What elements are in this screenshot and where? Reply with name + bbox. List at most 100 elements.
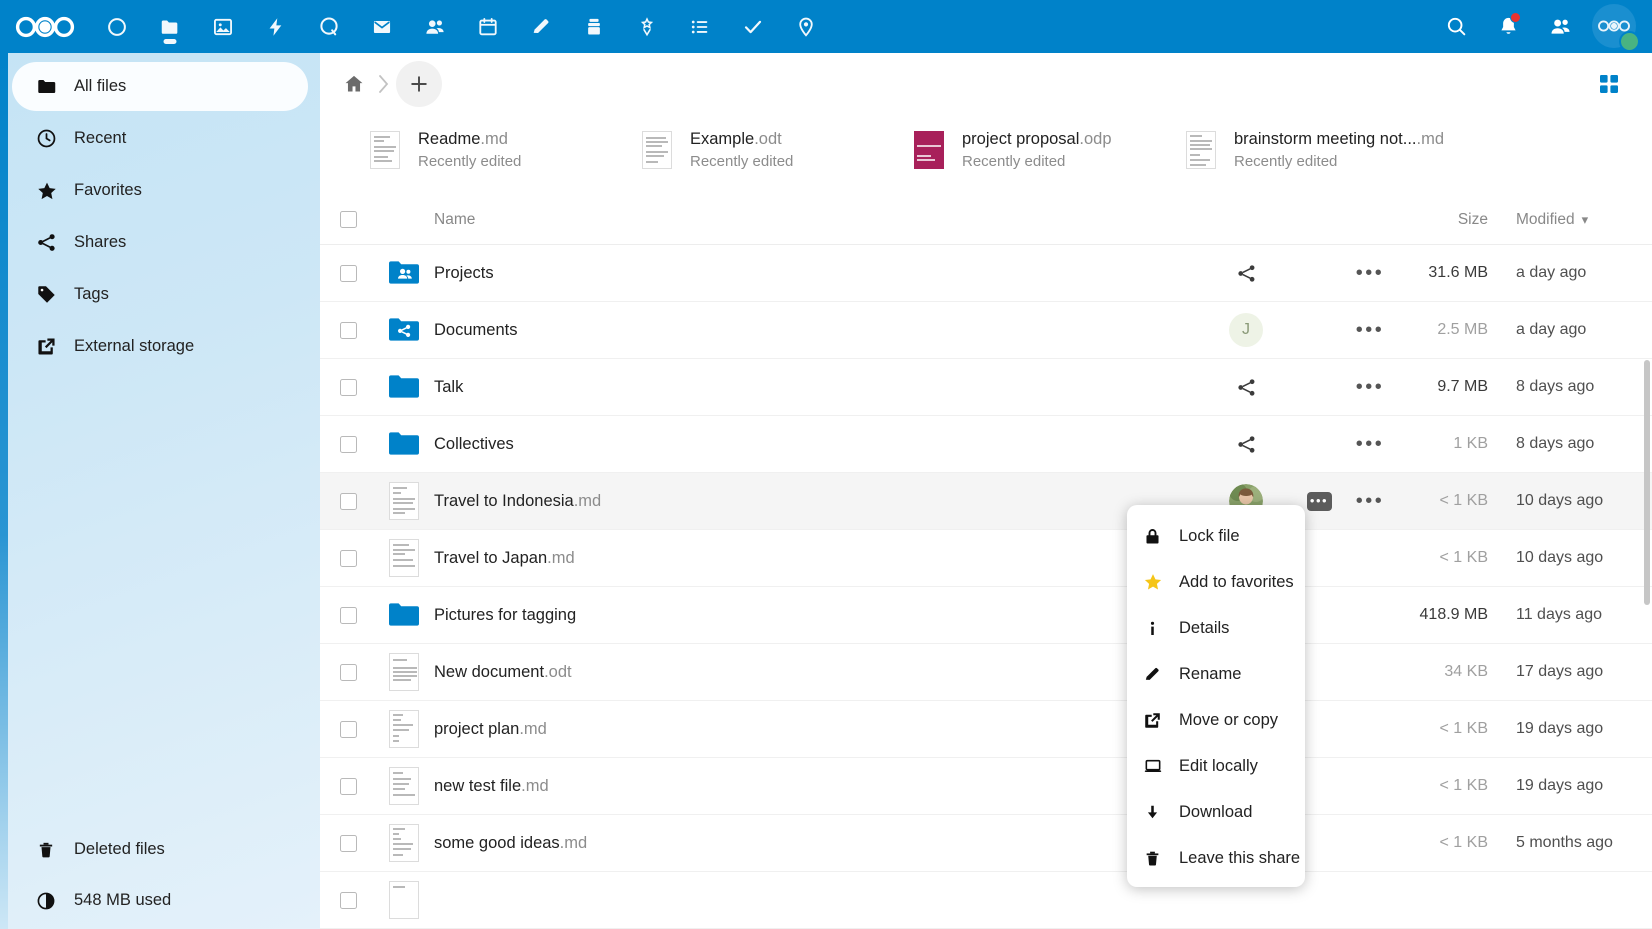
app-icon-mail[interactable] — [355, 0, 408, 53]
column-header-name[interactable]: Name — [431, 211, 1198, 229]
sidebar-item-label: Deleted files — [74, 840, 165, 858]
notifications-bell-icon[interactable] — [1482, 0, 1534, 53]
table-row[interactable]: Travel to Japan.md < 1 KB 10 days ago — [320, 530, 1652, 587]
share-avatar[interactable]: J — [1198, 313, 1294, 347]
file-name[interactable]: Travel to Indonesia.md — [431, 492, 1198, 511]
file-size: 1 KB — [1453, 435, 1488, 452]
md-file-icon — [376, 767, 431, 805]
menu-item-edit-locally[interactable]: Edit locally — [1127, 743, 1305, 789]
file-name[interactable]: new test file.md — [431, 777, 1198, 796]
column-header-size[interactable]: Size — [1396, 211, 1492, 229]
menu-item-add-to-favorites[interactable]: Add to favorites — [1127, 559, 1305, 605]
share-status[interactable] — [1198, 377, 1294, 398]
table-row[interactable]: Projects ••• 31.6 MB a day ago — [320, 245, 1652, 302]
row-checkbox[interactable] — [339, 834, 357, 852]
row-checkbox[interactable] — [339, 777, 357, 795]
sidebar-item-favorites[interactable]: Favorites — [12, 166, 308, 215]
search-icon[interactable] — [1430, 0, 1482, 53]
file-name[interactable]: Documents — [431, 321, 1198, 340]
app-icon-activity[interactable] — [249, 0, 302, 53]
file-name[interactable]: Pictures for tagging — [431, 606, 1198, 625]
row-checkbox[interactable] — [339, 378, 357, 396]
file-name[interactable]: Projects — [431, 264, 1198, 283]
table-row[interactable]: Travel to Indonesia.md ••• ••• < 1 KB 10… — [320, 473, 1652, 530]
app-icon-contacts[interactable] — [408, 0, 461, 53]
app-icon-tables[interactable] — [673, 0, 726, 53]
table-row[interactable] — [320, 872, 1652, 929]
user-avatar[interactable] — [1592, 3, 1640, 52]
sidebar-item-recent[interactable]: Recent — [12, 114, 308, 163]
row-checkbox[interactable] — [339, 264, 357, 282]
file-name[interactable]: project plan.md — [431, 720, 1198, 739]
table-row[interactable]: Pictures for tagging 418.9 MB 11 days ag… — [320, 587, 1652, 644]
table-row[interactable]: New document.odt 34 KB 17 days ago — [320, 644, 1652, 701]
file-name[interactable]: Collectives — [431, 435, 1198, 454]
app-icon-calendar[interactable] — [461, 0, 514, 53]
file-name[interactable]: Travel to Japan.md — [431, 549, 1198, 568]
sidebar-item-storage-usage[interactable]: 548 MB used — [12, 876, 308, 925]
sidebar-item-all-files[interactable]: All files — [12, 62, 308, 111]
menu-item-download[interactable]: Download — [1127, 789, 1305, 835]
row-checkbox[interactable] — [339, 321, 357, 339]
table-row[interactable]: new test file.md < 1 KB 19 days ago — [320, 758, 1652, 815]
recent-file-subtitle: Recently edited — [690, 153, 794, 170]
table-row[interactable]: project plan.md < 1 KB 19 days ago — [320, 701, 1652, 758]
row-checkbox[interactable] — [339, 606, 357, 624]
new-file-button[interactable] — [396, 61, 442, 107]
row-checkbox[interactable] — [339, 549, 357, 567]
nextcloud-logo[interactable] — [0, 0, 90, 53]
recent-file-card[interactable]: Readme.md Recently edited — [364, 128, 636, 172]
file-size: < 1 KB — [1439, 549, 1488, 566]
table-row[interactable]: some good ideas.md < 1 KB 5 months ago — [320, 815, 1652, 872]
row-checkbox[interactable] — [339, 435, 357, 453]
menu-item-rename[interactable]: Rename — [1127, 651, 1305, 697]
file-name[interactable]: New document.odt — [431, 663, 1198, 682]
menu-item-leave-this-share[interactable]: Leave this share — [1127, 835, 1305, 881]
trash-icon — [36, 840, 66, 860]
menu-item-lock-file[interactable]: Lock file — [1127, 513, 1305, 559]
row-checkbox[interactable] — [339, 720, 357, 738]
recent-file-card[interactable]: project proposal.odp Recently edited — [908, 128, 1180, 172]
files-main-area: Readme.md Recently edited Example.odt Re… — [320, 53, 1652, 929]
contacts-menu-icon[interactable] — [1534, 0, 1586, 53]
select-all-checkbox[interactable] — [339, 211, 357, 228]
menu-item-details[interactable]: Details — [1127, 605, 1305, 651]
home-icon[interactable] — [336, 66, 372, 102]
menu-item-move-or-copy[interactable]: Move or copy — [1127, 697, 1305, 743]
recent-file-card[interactable]: brainstorm meeting not....md Recently ed… — [1180, 128, 1510, 172]
file-name[interactable]: some good ideas.md — [431, 834, 1198, 853]
table-row[interactable]: Collectives ••• 1 KB 8 days ago — [320, 416, 1652, 473]
column-header-modified[interactable]: Modified ▾ — [1492, 211, 1652, 229]
table-row[interactable]: Talk ••• 9.7 MB 8 days ago — [320, 359, 1652, 416]
sidebar-item-tags[interactable]: Tags — [12, 270, 308, 319]
share-status[interactable] — [1198, 263, 1294, 284]
row-checkbox-cell — [320, 720, 376, 738]
recent-file-card[interactable]: Example.odt Recently edited — [636, 128, 908, 172]
row-checkbox[interactable] — [339, 663, 357, 681]
share-status[interactable] — [1198, 434, 1294, 455]
app-icon-talk[interactable] — [302, 0, 355, 53]
app-icon-dashboard[interactable] — [90, 0, 143, 53]
file-name[interactable]: Talk — [431, 378, 1198, 397]
app-icon-photos[interactable] — [196, 0, 249, 53]
sidebar-item-external-storage[interactable]: External storage — [12, 322, 308, 371]
row-actions-menu-button[interactable]: ••• — [1344, 491, 1396, 511]
app-icon-notes[interactable] — [514, 0, 567, 53]
app-icon-maps[interactable] — [779, 0, 832, 53]
app-icon-files[interactable] — [143, 0, 196, 53]
row-actions-menu-button[interactable]: ••• — [1344, 263, 1396, 283]
row-actions-menu-button[interactable]: ••• — [1344, 320, 1396, 340]
table-row[interactable]: Documents J ••• 2.5 MB a day ago — [320, 302, 1652, 359]
row-checkbox[interactable] — [339, 891, 357, 909]
row-checkbox[interactable] — [339, 492, 357, 510]
sidebar-item-deleted-files[interactable]: Deleted files — [12, 825, 308, 874]
row-actions-menu-button[interactable]: ••• — [1344, 434, 1396, 454]
row-actions-menu-button[interactable]: ••• — [1344, 377, 1396, 397]
app-icon-deck[interactable] — [567, 0, 620, 53]
vertical-scrollbar[interactable] — [1644, 360, 1650, 605]
app-icon-collectives[interactable] — [620, 0, 673, 53]
sidebar-item-shares[interactable]: Shares — [12, 218, 308, 267]
grid-view-toggle[interactable] — [1590, 65, 1628, 103]
app-icon-tasks[interactable] — [726, 0, 779, 53]
odp-file-thumbnail — [908, 128, 950, 172]
